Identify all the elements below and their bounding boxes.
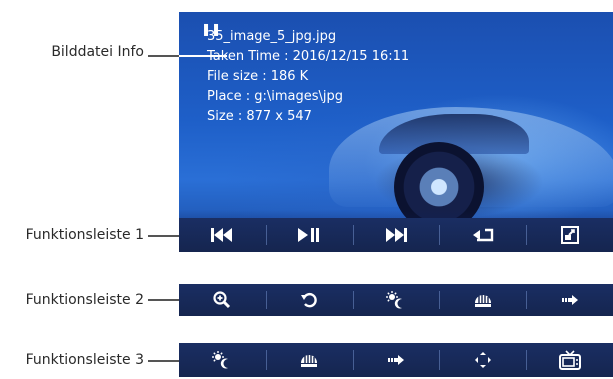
info-size: Size : 877 x 547 [207,109,312,124]
play-pause-button[interactable] [265,218,353,252]
zoom-in-button[interactable] [179,284,266,316]
toolbar-3 [179,343,613,377]
leader-line-toolbar-1 [148,235,179,237]
info-file-size: File size : 186 K [207,69,309,84]
return-icon [472,228,493,242]
equalizer-icon [474,295,491,307]
label-toolbar-3: Funktionsleiste 3 [25,352,144,368]
info-place: Place : g:\images\jpg [207,89,343,104]
fullscreen-button[interactable] [526,218,613,252]
brightness-button[interactable] [352,284,440,316]
rotate-icon [301,292,317,308]
brightness-icon [385,291,402,309]
next-arrow-button[interactable] [352,343,440,377]
rotate-button[interactable] [265,284,353,316]
brightness-button[interactable] [179,343,266,377]
equalizer-button[interactable] [265,343,353,377]
equalizer-button[interactable] [439,284,526,316]
info-taken-time: Taken Time : 2016/12/15 16:11 [207,49,410,64]
toolbar-1 [179,218,613,252]
label-toolbar-2: Funktionsleiste 2 [25,292,144,308]
zoom-in-icon [213,291,231,309]
image-viewer-screen[interactable]: ❚❚ 35_image_5_jpg.jpg Taken Time : 2016/… [179,12,613,252]
toolbar-2 [179,284,613,316]
fullscreen-icon [560,226,579,244]
leader-line-info-inner [179,55,227,57]
tv-icon [558,350,581,370]
move-icon [474,352,491,368]
tv-button[interactable] [526,343,613,377]
skip-next-icon [385,228,407,242]
label-toolbar-1: Funktionsleiste 1 [25,227,144,243]
move-button[interactable] [439,343,526,377]
leader-line-toolbar-2 [148,299,179,301]
skip-previous-button[interactable] [179,218,266,252]
brightness-icon [212,351,229,369]
next-arrow-button[interactable] [526,284,613,316]
skip-next-button[interactable] [352,218,440,252]
arrow-right-icon [561,295,578,305]
leader-line-info [148,55,180,57]
leader-line-toolbar-3 [148,360,179,362]
arrow-right-icon [387,355,404,365]
info-filename: 35_image_5_jpg.jpg [207,29,337,44]
image-info-panel: 35_image_5_jpg.jpg Taken Time : 2016/12/… [207,27,409,127]
equalizer-icon [301,355,318,367]
return-button[interactable] [439,218,526,252]
skip-previous-icon [211,228,233,242]
play-pause-icon [298,228,320,242]
label-image-info: Bilddatei Info [51,44,144,60]
